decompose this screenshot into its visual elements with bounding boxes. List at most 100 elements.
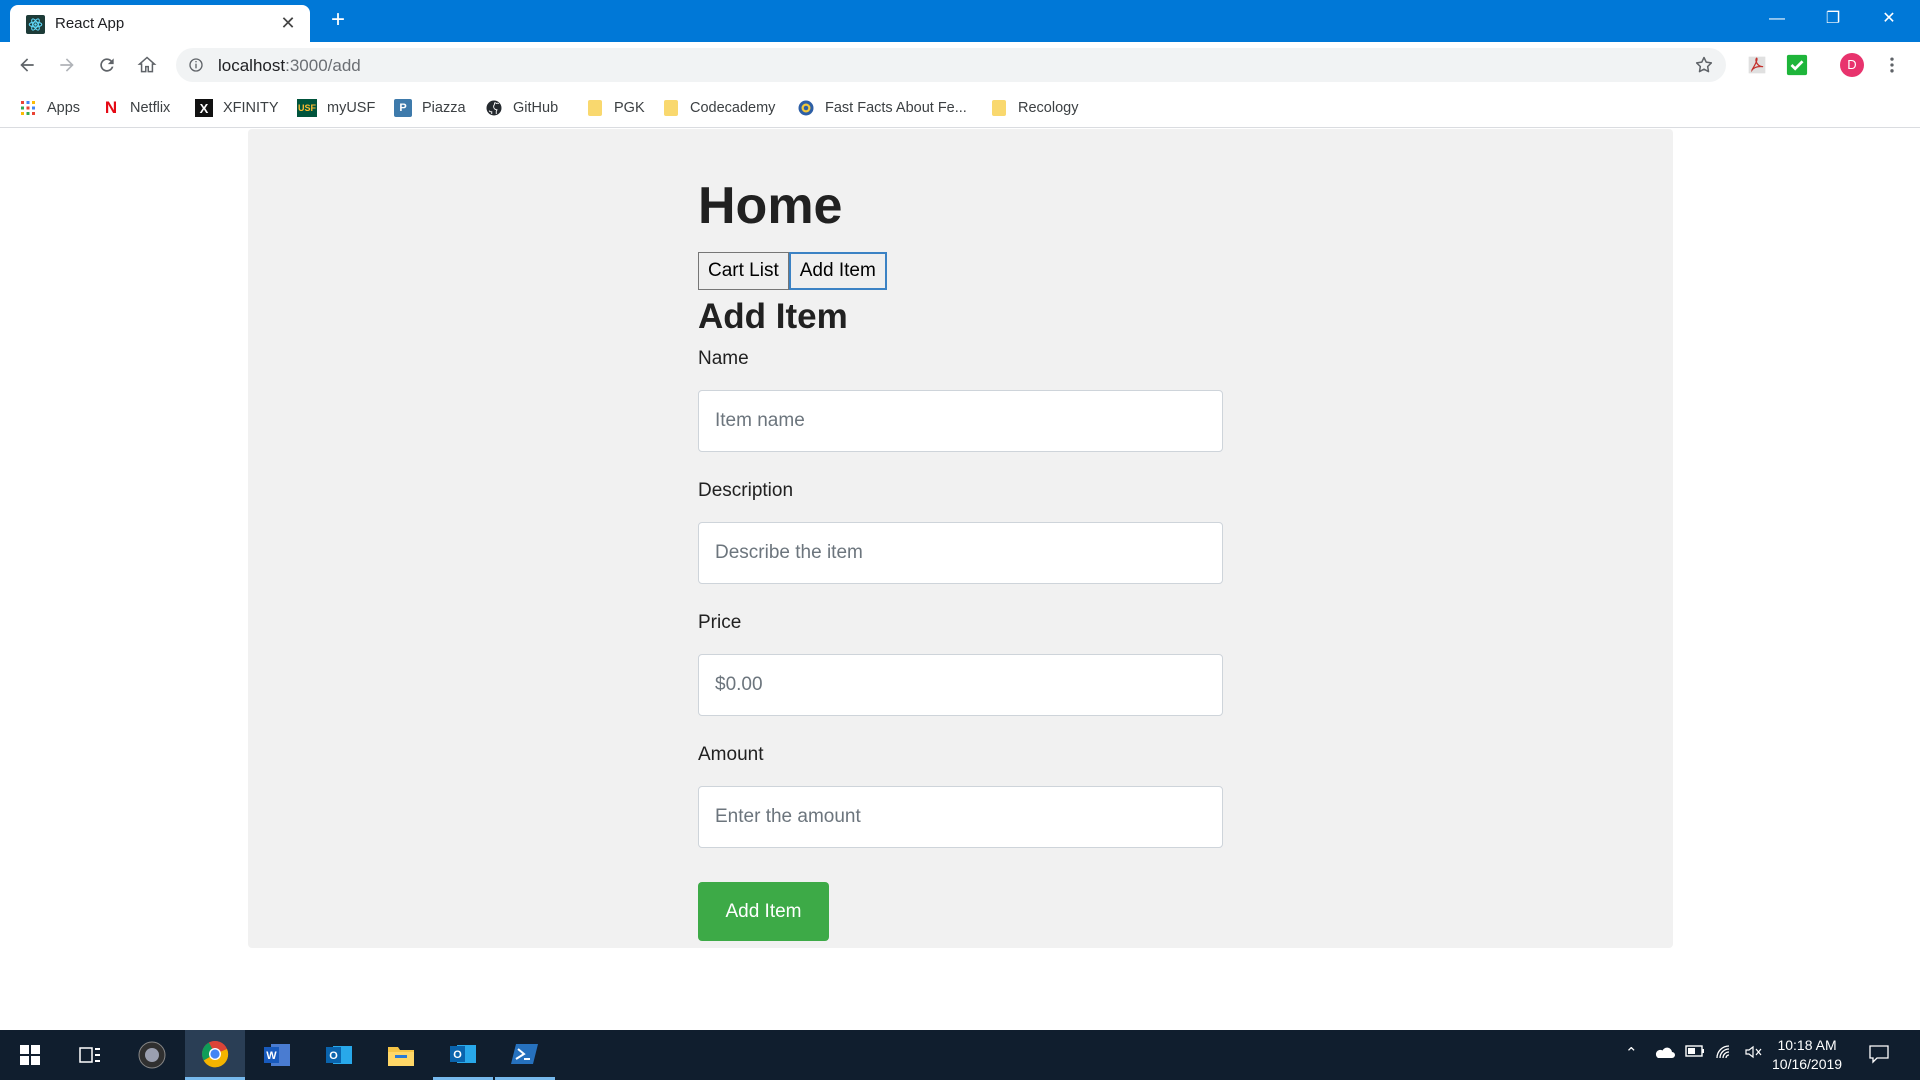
task-view-button[interactable]	[60, 1030, 120, 1080]
xfinity-icon: X	[195, 99, 213, 117]
back-button[interactable]	[13, 51, 41, 79]
home-icon	[137, 56, 157, 73]
bookmark-myusf[interactable]: USF myUSF	[297, 96, 375, 120]
taskbar-obs[interactable]	[122, 1030, 182, 1080]
folder-icon	[662, 99, 680, 117]
github-icon	[485, 99, 503, 117]
price-group: Price	[698, 612, 1223, 716]
reload-icon	[100, 58, 114, 72]
reload-button[interactable]	[93, 51, 121, 79]
close-window-button[interactable]: ✕	[1866, 6, 1912, 32]
amount-group: Amount	[698, 744, 1223, 848]
start-button[interactable]	[0, 1030, 60, 1080]
taskbar-word[interactable]: W	[247, 1030, 307, 1080]
netflix-icon: N	[104, 98, 118, 117]
browser-titlebar: React App ✕ + — ❐ ✕	[0, 0, 1920, 42]
url-host: localhost	[218, 56, 286, 75]
checkmark-extension-icon[interactable]	[1783, 51, 1811, 79]
outlook-icon: O	[326, 1046, 352, 1064]
arrow-left-icon	[20, 58, 34, 72]
bookmark-label: Recology	[1018, 100, 1079, 116]
show-hidden-icons-chevron-icon[interactable]: ⌃	[1625, 1044, 1638, 1062]
name-group: Name	[698, 348, 1223, 452]
description-input[interactable]	[698, 522, 1223, 584]
wifi-icon[interactable]	[1715, 1044, 1735, 1064]
bookmark-label: Codecademy	[690, 100, 776, 116]
name-input[interactable]	[698, 390, 1223, 452]
profile-avatar[interactable]: D	[1838, 51, 1866, 79]
bookmark-apps[interactable]: Apps	[19, 96, 80, 120]
bookmarks-bar: Apps N Netflix X XFINITY USF myUSF P Pia…	[0, 88, 1920, 128]
powershell-icon	[511, 1043, 538, 1064]
nav-buttons: Cart List Add Item	[698, 252, 1223, 290]
bookmark-github[interactable]: GitHub	[485, 96, 558, 120]
bookmark-label: Fast Facts About Fe...	[825, 100, 967, 116]
new-tab-button[interactable]: +	[326, 8, 350, 32]
kebab-menu-icon	[1890, 57, 1894, 73]
taskbar-outlook[interactable]: O	[309, 1030, 369, 1080]
windows-logo-icon	[20, 1045, 40, 1065]
minimize-button[interactable]: —	[1754, 6, 1800, 32]
windows-taskbar: W O O ⌃ 10:18 AM 10/16/2019	[0, 1030, 1920, 1080]
taskbar-outlook-2[interactable]: O	[433, 1030, 493, 1080]
name-label: Name	[698, 348, 749, 369]
tab-title: React App	[55, 15, 125, 32]
tab-close-icon[interactable]: ✕	[278, 13, 298, 33]
word-icon: W	[264, 1044, 290, 1066]
url-text: localhost:3000/add	[218, 56, 361, 76]
folder-icon	[586, 99, 604, 117]
bookmark-recology[interactable]: Recology	[990, 96, 1078, 120]
price-label: Price	[698, 612, 742, 633]
bookmark-piazza[interactable]: P Piazza	[394, 96, 466, 120]
acrobat-extension-icon[interactable]	[1743, 51, 1771, 79]
action-center-icon[interactable]	[1868, 1044, 1890, 1068]
taskbar-chrome[interactable]	[185, 1030, 245, 1080]
forward-button[interactable]	[53, 51, 81, 79]
more-menu-button[interactable]	[1878, 51, 1906, 79]
onedrive-cloud-icon[interactable]	[1653, 1044, 1675, 1064]
home-button[interactable]	[133, 51, 161, 79]
amount-input[interactable]	[698, 786, 1223, 848]
app-container: Home Cart List Add Item Add Item Name De…	[698, 180, 1223, 941]
react-icon	[26, 15, 45, 34]
bookmark-netflix[interactable]: N Netflix	[102, 96, 170, 120]
chrome-icon	[201, 1040, 229, 1067]
volume-muted-icon[interactable]	[1744, 1044, 1764, 1064]
add-item-nav-button[interactable]: Add Item	[788, 252, 887, 290]
clock-date: 10/16/2019	[1772, 1056, 1843, 1072]
address-bar[interactable]: localhost:3000/add	[176, 48, 1726, 82]
taskbar-powershell[interactable]	[495, 1030, 555, 1080]
outlook-icon: O	[450, 1044, 476, 1063]
bookmark-xfinity[interactable]: X XFINITY	[195, 96, 279, 120]
bookmark-label: Netflix	[130, 100, 171, 116]
page-title: Home	[698, 177, 843, 235]
browser-toolbar: localhost:3000/add D	[0, 42, 1920, 88]
description-label: Description	[698, 480, 794, 501]
add-item-submit-button[interactable]: Add Item	[698, 882, 829, 941]
bookmark-star-icon[interactable]	[1694, 55, 1714, 80]
usf-icon: USF	[297, 99, 317, 117]
arrow-right-icon	[60, 58, 74, 72]
info-icon[interactable]	[188, 57, 204, 78]
bookmark-label: Apps	[47, 100, 81, 116]
taskbar-clock[interactable]: 10:18 AM 10/16/2019	[1772, 1036, 1842, 1074]
battery-icon[interactable]	[1685, 1044, 1705, 1062]
svg-text:O: O	[453, 1049, 462, 1061]
price-input[interactable]	[698, 654, 1223, 716]
restore-button[interactable]: ❐	[1810, 6, 1856, 32]
bookmark-pgk[interactable]: PGK	[586, 96, 645, 120]
cart-list-button[interactable]: Cart List	[698, 252, 789, 290]
bookmark-codecademy[interactable]: Codecademy	[662, 96, 775, 120]
site-icon	[797, 99, 815, 117]
form-title: Add Item	[698, 297, 848, 336]
description-group: Description	[698, 480, 1223, 584]
avatar: D	[1840, 53, 1864, 77]
bookmark-label: XFINITY	[223, 100, 279, 116]
tab-react-app[interactable]: React App ✕	[10, 5, 310, 42]
svg-text:W: W	[266, 1050, 277, 1062]
clock-time: 10:18 AM	[1777, 1037, 1837, 1053]
taskbar-file-explorer[interactable]	[371, 1030, 431, 1080]
bookmark-label: PGK	[614, 100, 645, 116]
apps-grid-icon	[19, 99, 37, 117]
bookmark-fast-facts[interactable]: Fast Facts About Fe...	[797, 96, 967, 120]
